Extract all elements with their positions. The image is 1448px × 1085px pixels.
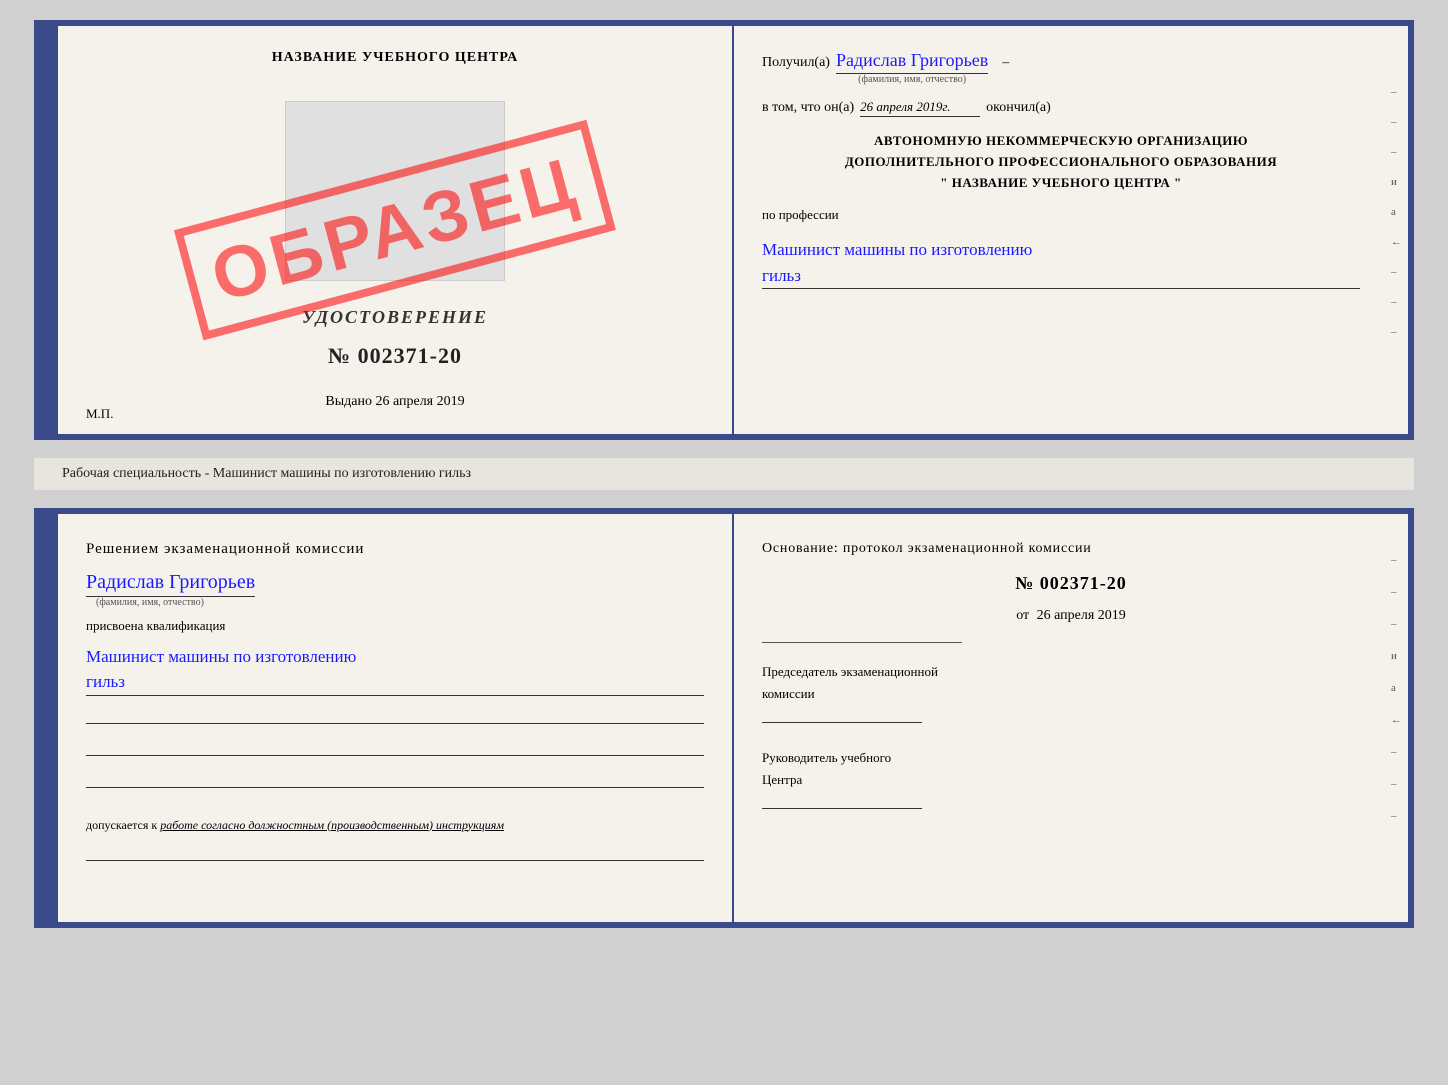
bottom-fio-hint: (фамилия, имя, отчество) [96, 597, 204, 608]
stamp-placeholder [285, 101, 505, 281]
blank-line-4 [86, 847, 704, 861]
dopuskaetsya-row: допускается к работе согласно должностны… [86, 818, 704, 833]
po-professii-label: по профессии [762, 207, 1360, 223]
spacer-label: Рабочая специальность - Машинист машины … [34, 458, 1414, 490]
top-left-panel: НАЗВАНИЕ УЧЕБНОГО ЦЕНТРА УДОСТОВЕРЕНИЕ №… [58, 26, 734, 434]
rukovod-label2: Центра [762, 769, 1380, 791]
prisvоena-label: присвоена квалификация [86, 618, 704, 634]
bottom-right-panel: Основание: протокол экзаменационной коми… [734, 514, 1408, 922]
vtom-date: 26 апреля 2019г. [860, 99, 980, 117]
date-line [762, 642, 962, 643]
udostoverenie-label: УДОСТОВЕРЕНИЕ [302, 307, 488, 328]
org-name-top: НАЗВАНИЕ УЧЕБНОГО ЦЕНТРА [272, 50, 518, 66]
spine-top [40, 26, 58, 434]
spacer-text: Рабочая специальность - Машинист машины … [62, 466, 471, 481]
kvalif-text: Машинист машины по изготовлению гильз [86, 644, 704, 696]
rukovod-sig-line [762, 795, 922, 809]
poluchil-label: Получил(а) [762, 55, 830, 71]
side-marks-top: – – – и а ← – – – [1391, 86, 1402, 338]
osnovanie-text: Основание: протокол экзаменационной коми… [762, 538, 1380, 559]
ot-date-value: 26 апреля 2019 [1037, 608, 1126, 623]
resheniem-text: Решением экзаменационной комиссии [86, 538, 704, 561]
org-block-top: АВТОНОМНУЮ НЕКОММЕРЧЕСКУЮ ОРГАНИЗАЦИЮ ДО… [762, 131, 1360, 193]
protocol-number: № 002371-20 [762, 573, 1380, 594]
vydano-label: Выдано [325, 394, 372, 409]
mp-label: М.П. [86, 406, 113, 422]
udostoverenie-number: № 002371-20 [328, 343, 462, 369]
ot-date-row: от 26 апреля 2019 [762, 608, 1380, 624]
chairman-block: Председатель экзаменационной комиссии [762, 661, 1380, 723]
top-right-panel: Получил(а) Радислав Григорьев (фамилия, … [734, 26, 1408, 434]
okonchil-label: окончил(а) [986, 100, 1051, 116]
bottom-left-panel: Решением экзаменационной комиссии Радисл… [58, 514, 734, 922]
vtom-row: в том, что он(а) 26 апреля 2019г. окончи… [762, 99, 1360, 117]
blank-line-2 [86, 742, 704, 756]
chairman-sig-line [762, 709, 922, 723]
rukovod-label: Руководитель учебного [762, 747, 1380, 769]
org-line3: " НАЗВАНИЕ УЧЕБНОГО ЦЕНТРА " [762, 173, 1360, 194]
org-line2: ДОПОЛНИТЕЛЬНОГО ПРОФЕССИОНАЛЬНОГО ОБРАЗО… [762, 152, 1360, 173]
blank-line-1 [86, 710, 704, 724]
dopuskaetsya-prefix: допускается к [86, 818, 157, 832]
poluchil-name: Радислав Григорьев [836, 50, 988, 74]
bottom-name-cursive: Радислав Григорьев [86, 571, 255, 597]
rukovod-block: Руководитель учебного Центра [762, 747, 1380, 809]
vtom-label: в том, что он(а) [762, 100, 854, 116]
org-line1: АВТОНОМНУЮ НЕКОММЕРЧЕСКУЮ ОРГАНИЗАЦИЮ [762, 131, 1360, 152]
chairman-label: Председатель экзаменационной [762, 661, 1380, 683]
blank-line-3 [86, 774, 704, 788]
dopuskaetsya-text: работе согласно должностным (производств… [160, 818, 504, 832]
fio-hint-top: (фамилия, имя, отчество) [858, 74, 966, 85]
side-marks-bottom: – – – и а ← – – – [1391, 554, 1402, 822]
spine-bottom [40, 514, 58, 922]
bottom-certificate: Решением экзаменационной комиссии Радисл… [34, 508, 1414, 928]
ot-label: от [1016, 608, 1029, 623]
vydano-date: 26 апреля 2019 [375, 394, 464, 409]
profession-text: Машинист машины по изготовлению гильз [762, 237, 1360, 289]
vydano-row: Выдано 26 апреля 2019 [325, 394, 464, 410]
poluchil-row: Получил(а) Радислав Григорьев (фамилия, … [762, 50, 1360, 85]
top-certificate: НАЗВАНИЕ УЧЕБНОГО ЦЕНТРА УДОСТОВЕРЕНИЕ №… [34, 20, 1414, 440]
chairman-label2: комиссии [762, 683, 1380, 705]
